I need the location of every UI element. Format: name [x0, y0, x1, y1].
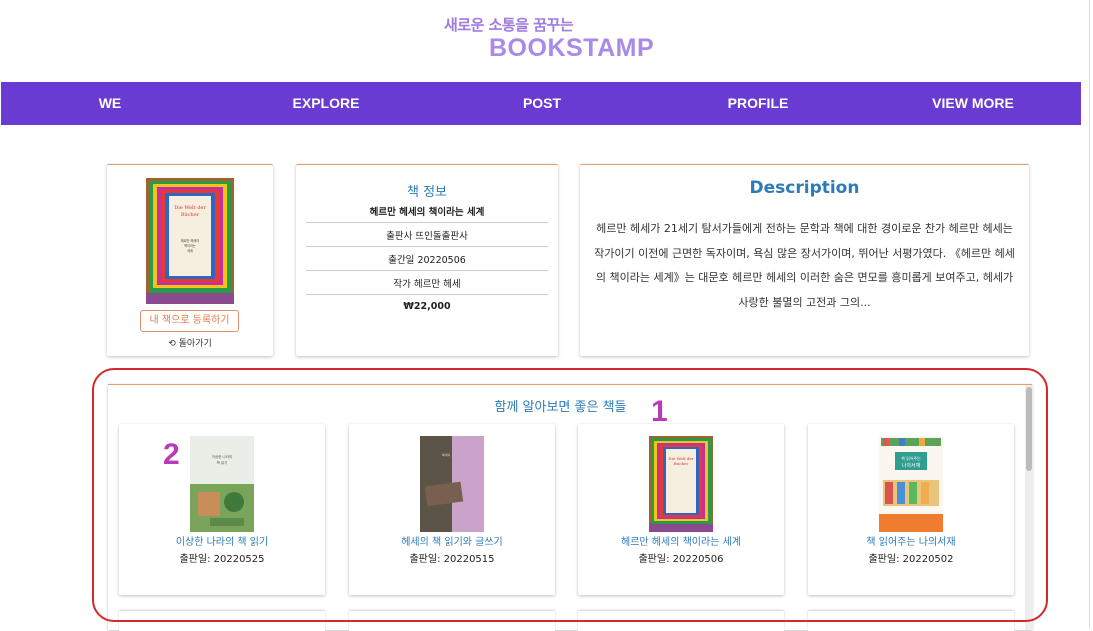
- back-link[interactable]: ⟲ 돌아가기: [107, 336, 273, 349]
- annotation-marker-2: 2: [163, 438, 180, 471]
- book-info-title: 책 정보: [406, 185, 447, 200]
- book-cover-image: Die Welt der Bücher 헤르만 헤세의 책이라는 세계: [146, 178, 234, 304]
- svg-text:Bücher: Bücher: [181, 212, 200, 218]
- divider: [306, 270, 548, 271]
- description-title: Description: [749, 178, 860, 198]
- nav-explore[interactable]: EXPLORE: [293, 82, 360, 125]
- nav-we[interactable]: WE: [99, 82, 122, 125]
- refresh-icon: ⟲: [168, 339, 176, 349]
- back-label: 돌아가기: [178, 339, 212, 349]
- annotation-highlight: [92, 368, 1048, 622]
- description-card: Description 헤르만 헤세가 21세기 탐서가들에게 전하는 문학과 …: [580, 164, 1029, 356]
- nav-view-more[interactable]: VIEW MORE: [932, 82, 1014, 125]
- logo-tagline: 새로운 소통을 꿈꾸는: [444, 16, 574, 34]
- divider: [306, 246, 548, 247]
- svg-text:책이라는: 책이라는: [184, 243, 196, 248]
- book-cover-card: Die Welt der Bücher 헤르만 헤세의 책이라는 세계 내 책으…: [107, 164, 273, 356]
- book-price: ₩22,000: [403, 301, 451, 312]
- divider: [306, 222, 548, 223]
- nav-profile[interactable]: PROFILE: [728, 82, 789, 125]
- add-to-my-books-button[interactable]: 내 책으로 등록하기: [140, 310, 239, 332]
- svg-text:세계: 세계: [187, 248, 193, 253]
- svg-text:헤르만 헤세의: 헤르만 헤세의: [181, 238, 200, 243]
- divider: [306, 294, 548, 295]
- main-nav: WE EXPLORE POST PROFILE VIEW MORE: [1, 82, 1081, 125]
- book-pub-date: 출간일 20220506: [388, 255, 466, 266]
- annotation-marker-1: 1: [651, 395, 668, 428]
- svg-text:Die Welt der: Die Welt der: [174, 205, 206, 211]
- nav-post[interactable]: POST: [523, 82, 561, 125]
- page-border: [1089, 0, 1090, 629]
- description-text: 헤르만 헤세가 21세기 탐서가들에게 전하는 문학과 책에 대한 경이로운 찬…: [594, 222, 1015, 309]
- book-name: 헤르만 헤세의 책이라는 세계: [369, 207, 485, 218]
- logo-brand[interactable]: BOOKSTAMP: [489, 34, 654, 63]
- site-logo[interactable]: 새로운 소통을 꿈꾸는 BOOKSTAMP: [0, 0, 1093, 80]
- book-info-card: 책 정보 헤르만 헤세의 책이라는 세계 출판사 뜨인돌출판사 출간일 2022…: [296, 164, 558, 356]
- book-author: 작가 헤르만 헤세: [393, 279, 461, 290]
- book-publisher: 출판사 뜨인돌출판사: [386, 231, 468, 242]
